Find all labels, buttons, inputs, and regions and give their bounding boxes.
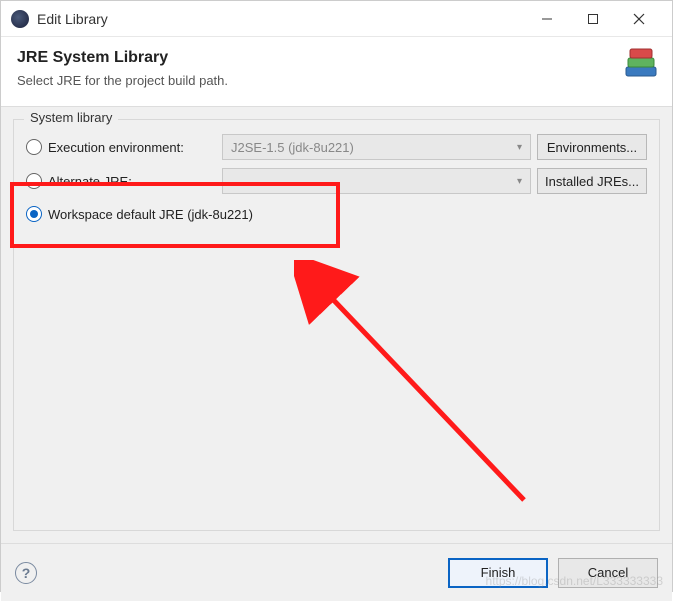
help-icon[interactable]: ? [15,562,37,584]
watermark-text: https://blog.csdn.net/L333333333 [486,574,663,588]
dialog-buttonbar: ? Finish Cancel [1,543,672,601]
alternate-jre-radio[interactable]: Alternate JRE: [26,173,216,189]
alternate-jre-combo[interactable]: ▾ [222,168,531,194]
installed-jres-button[interactable]: Installed JREs... [537,168,647,194]
environments-button[interactable]: Environments... [537,134,647,160]
window-title: Edit Library [37,11,524,27]
maximize-button[interactable] [570,4,616,34]
group-legend: System library [24,110,118,125]
workspace-default-label: Workspace default JRE (jdk-8u221) [48,207,253,222]
radio-icon [26,173,42,189]
page-subtitle: Select JRE for the project build path. [17,73,656,88]
close-button[interactable] [616,4,662,34]
radio-icon [26,206,42,222]
execution-environment-label: Execution environment: [48,140,184,155]
annotation-arrow-icon [294,260,554,520]
chevron-down-icon: ▾ [517,176,522,187]
dialog-header: JRE System Library Select JRE for the pr… [1,37,672,107]
dialog-content: System library Execution environment: J2… [1,107,672,543]
execution-environment-value: J2SE-1.5 (jdk-8u221) [231,140,354,155]
system-library-group: System library Execution environment: J2… [13,119,660,531]
execution-environment-row: Execution environment: J2SE-1.5 (jdk-8u2… [26,134,647,160]
workspace-default-radio[interactable]: Workspace default JRE (jdk-8u221) [26,206,253,222]
eclipse-icon [11,10,29,28]
alternate-jre-row: Alternate JRE: ▾ Installed JREs... [26,168,647,194]
chevron-down-icon: ▾ [517,142,522,153]
execution-environment-radio[interactable]: Execution environment: [26,139,216,155]
workspace-default-row: Workspace default JRE (jdk-8u221) [26,202,647,226]
radio-icon [26,139,42,155]
execution-environment-combo[interactable]: J2SE-1.5 (jdk-8u221) ▾ [222,134,531,160]
page-title: JRE System Library [17,49,656,67]
titlebar: Edit Library [1,1,672,37]
library-books-icon [620,45,662,87]
minimize-button[interactable] [524,4,570,34]
alternate-jre-label: Alternate JRE: [48,174,132,189]
